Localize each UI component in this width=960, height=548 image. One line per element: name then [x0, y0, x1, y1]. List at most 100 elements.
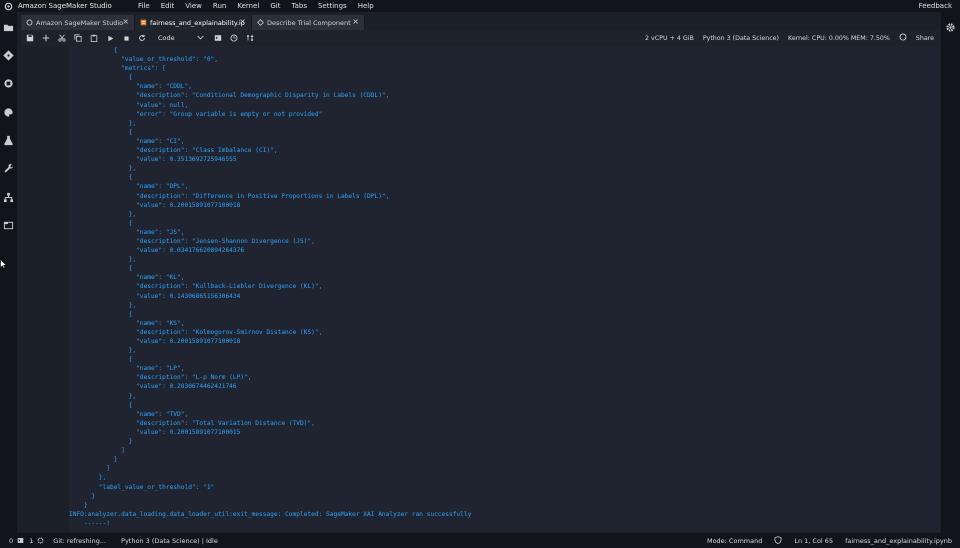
sagemaker-logo-icon [2, 0, 14, 12]
output-line: "name": "CDDL", [69, 83, 192, 91]
output-line: "value": 0.20015891077100015 [69, 428, 241, 436]
menu-settings[interactable]: Settings [314, 2, 354, 10]
components-tree-icon[interactable] [3, 192, 14, 203]
add-cell-icon[interactable] [38, 30, 54, 46]
terminal-icon[interactable] [210, 30, 226, 46]
tabs-icon[interactable] [3, 220, 14, 231]
sagemaker-icon [26, 19, 33, 26]
output-line: "label_value_or_threshold": "1" [69, 483, 215, 491]
output-line: }, [69, 119, 137, 127]
kernel-name[interactable]: Python 3 (Data Science) [703, 35, 779, 42]
status-terminals-count[interactable]: 0 [9, 537, 13, 545]
status-kernels-count[interactable]: 1 [29, 537, 33, 545]
running-terminals-icon[interactable] [3, 78, 14, 89]
experiments-flask-icon[interactable] [3, 135, 14, 146]
output-line: "name": "KS", [69, 319, 185, 327]
left-sidebar-rail [0, 12, 17, 533]
output-line: "description": "Conditional Demographic … [69, 92, 390, 100]
output-line: "value": 0.034176620894264376 [69, 247, 245, 255]
menu-kernel[interactable]: Kernel [233, 2, 266, 10]
copy-icon[interactable] [70, 30, 86, 46]
menu-git[interactable]: Git [266, 2, 287, 10]
tab-describe-trial-component[interactable]: Describe Trial Component × [252, 15, 365, 30]
chevron-down-icon [197, 34, 204, 42]
status-mode: Mode: Command [706, 536, 763, 545]
run-icon[interactable] [102, 30, 118, 46]
restart-icon[interactable] [134, 30, 150, 46]
close-icon[interactable]: × [239, 18, 246, 26]
output-line: "value": 0.20015891077100018 [69, 201, 241, 209]
notebook-icon [140, 19, 147, 26]
palette-icon[interactable] [3, 107, 14, 118]
app-title: Amazon SageMaker Studio [18, 2, 112, 10]
mouse-cursor-icon [0, 258, 7, 271]
output-line: { [69, 74, 133, 82]
menu-file[interactable]: File [134, 2, 157, 10]
status-file: fairness_and_explainability.ipynb [845, 536, 952, 545]
output-text: { "value_or_threshold": "0", "metrics": … [69, 46, 471, 528]
output-line: ] [69, 465, 110, 473]
menu-bar: Amazon SageMaker Studio File Edit View R… [0, 0, 960, 12]
output-line: { [69, 174, 133, 182]
output-line: "value": 0.2830674462421746 [69, 383, 237, 391]
output-line: { [69, 47, 118, 54]
kernel-gear-icon [37, 537, 44, 544]
status-right-group: Mode: Command Ln 1, Col 65 fairness_and_… [707, 533, 952, 548]
git-icon[interactable] [3, 50, 14, 61]
output-line: }, [69, 256, 137, 264]
cut-icon[interactable] [54, 30, 70, 46]
output-line: "name": "JS", [69, 228, 185, 236]
close-icon[interactable]: × [352, 18, 359, 26]
output-line: "name": "TVD", [69, 410, 189, 418]
menu-tabs[interactable]: Tabs [287, 2, 314, 10]
status-kernel[interactable]: Python 3 (Data Science) | Idle [121, 537, 218, 545]
wrench-icon[interactable] [3, 163, 14, 174]
output-line: }, [69, 347, 137, 355]
output-line: { [69, 401, 133, 409]
share-button[interactable]: Share [916, 35, 934, 42]
output-line: "metrics": [ [69, 65, 166, 73]
output-line: "value": 0.3513692725946555 [69, 156, 237, 164]
feedback-link[interactable]: Feedback [919, 2, 952, 10]
output-line: } [69, 456, 118, 464]
output-line: { [69, 356, 133, 364]
output-line: "description": "Class Imbalance (CI)", [69, 147, 278, 155]
output-line: "value": null, [69, 101, 189, 109]
output-line: "description": "L-p Norm (LP)", [69, 374, 252, 382]
tab-label: fairness_and_explainability.ip [150, 18, 245, 27]
tab-fairness-notebook[interactable]: fairness_and_explainability.ip × [135, 15, 252, 30]
close-icon[interactable]: × [122, 18, 129, 26]
git-diff-icon[interactable] [242, 30, 258, 46]
property-inspector-gear-icon[interactable] [945, 22, 956, 35]
output-line: { [69, 219, 133, 227]
tab-sagemaker-studio[interactable]: Amazon SageMaker Studio × [21, 15, 135, 30]
stop-icon[interactable] [118, 30, 134, 46]
output-line: ] [69, 447, 125, 455]
output-line: }, [69, 392, 137, 400]
paste-icon[interactable] [86, 30, 102, 46]
folder-icon[interactable] [3, 22, 14, 33]
terminal-small-icon [17, 537, 24, 544]
clock-icon[interactable] [226, 30, 242, 46]
output-line: "value_or_threshold": "0", [69, 56, 219, 64]
status-cursor-position[interactable]: Ln 1, Col 65 [794, 537, 833, 545]
menu-run[interactable]: Run [209, 2, 233, 10]
notebook-panel: { "value_or_threshold": "0", "metrics": … [21, 46, 940, 532]
output-line: "value": 0.14306865156306434 [69, 292, 241, 300]
menu-edit[interactable]: Edit [157, 2, 182, 10]
cell-type-value: Code [158, 34, 175, 42]
instance-type[interactable]: 2 vCPU + 4 GiB [645, 35, 694, 42]
menu-view[interactable]: View [181, 2, 209, 10]
output-line: "name": "CI", [69, 137, 185, 145]
output-line: "description": "Kolmogorov-Smirnov Dista… [69, 328, 323, 336]
main-menu: File Edit View Run Kernel Git Tabs Setti… [134, 2, 381, 10]
cell-type-select[interactable]: Code [158, 34, 204, 42]
menu-help[interactable]: Help [354, 2, 381, 10]
save-icon[interactable] [22, 30, 38, 46]
output-line: "name": "LP", [69, 365, 185, 373]
kernel-status-circle-icon [899, 33, 907, 43]
output-line: } [69, 438, 133, 446]
output-line: }, [69, 474, 107, 482]
status-git[interactable]: Git: refreshing... [53, 537, 106, 545]
tab-label: Amazon SageMaker Studio [36, 18, 124, 27]
